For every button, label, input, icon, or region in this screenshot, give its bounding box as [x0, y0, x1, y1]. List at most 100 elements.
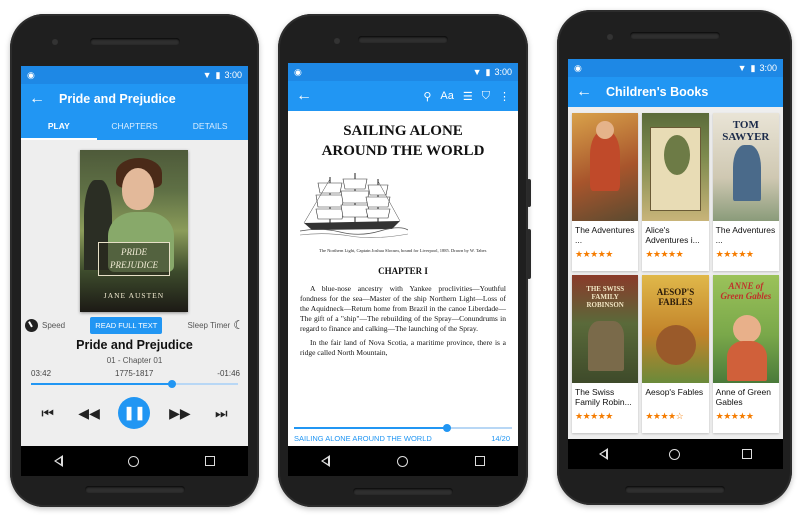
page-indicator: 14/20 — [491, 434, 510, 443]
android-icon: ◉ — [574, 62, 582, 73]
nav-recents-icon[interactable] — [742, 449, 753, 459]
contents-list-icon[interactable]: ☰ — [463, 90, 473, 103]
control-row: Speed READ FULL TEXT Sleep Timer ☾ — [25, 316, 244, 334]
author-years: 1775-1817 — [115, 369, 154, 378]
cover-figure-head — [596, 121, 614, 139]
cover-figure — [726, 341, 767, 381]
transport-controls: ⏮ ◀◀ ❚❚ ▶▶ ⏭ — [21, 394, 248, 432]
speaker-bottom — [353, 488, 453, 495]
read-full-text-button[interactable]: READ FULL TEXT — [90, 316, 163, 334]
player-body: PRIDE PREJUDICE JANE AUSTEN Speed READ F… — [21, 140, 248, 446]
rating-stars: ★★★★★ — [715, 249, 754, 259]
cover-figure-head — [732, 315, 761, 343]
status-bar: ◉ ▼ ▮ 3:00 — [288, 63, 518, 81]
page-seek-bar[interactable] — [294, 424, 512, 432]
seek-knob[interactable] — [167, 380, 176, 388]
rating-stars: ★★★★★ — [575, 411, 613, 421]
nav-back-icon[interactable] — [321, 455, 331, 467]
app-bar: ← ⚲ Aa ☰ ⛉ ⋮ — [288, 81, 518, 111]
nav-home-icon[interactable] — [669, 448, 681, 460]
speaker-top — [358, 36, 448, 43]
cover-text: THE SWISS FAMILY ROBINSON — [586, 285, 625, 309]
front-camera — [607, 34, 613, 40]
rating-stars: ★★★★☆ — [645, 411, 684, 421]
cover-figure — [588, 321, 624, 371]
bookmark-icon[interactable]: ⛉ — [482, 90, 490, 103]
cover-author: JANE AUSTEN — [103, 291, 165, 300]
tab-details[interactable]: DETAILS — [172, 114, 248, 140]
book-cover: TOM SAWYER — [712, 113, 779, 221]
sleep-timer-button[interactable]: Sleep Timer ☾ — [188, 318, 244, 332]
fast-forward-icon[interactable]: ▶▶ — [168, 401, 192, 425]
reader-toolbar: ⚲ Aa ☰ ⛉ ⋮ — [423, 90, 510, 103]
seek-fill — [294, 427, 447, 429]
book-card[interactable]: The Adventures ... ★★★★★ — [572, 113, 639, 271]
more-vert-icon[interactable]: ⋮ — [499, 90, 510, 103]
nav-recents-icon[interactable] — [205, 456, 216, 466]
showcase: ◉ ▼ ▮ 3:00 ← Pride and Prejudice PLAY CHAP… — [0, 0, 798, 515]
seek-fill — [31, 383, 172, 385]
clock: 3:00 — [759, 63, 777, 73]
book-title: Aesop's Fables — [645, 387, 704, 397]
app-bar: ← Pride and Prejudice — [21, 84, 248, 114]
system-nav-bar — [21, 446, 248, 476]
book-cover: THE SWISS FAMILY ROBINSON — [572, 275, 639, 383]
player-screen: ◉ ▼ ▮ 3:00 ← Pride and Prejudice PLAY CHAP… — [21, 66, 248, 476]
book-card[interactable]: AESOP'S FABLES Aesop's Fables ★★★★☆ — [642, 275, 709, 433]
book-cover: PRIDE PREJUDICE JANE AUSTEN — [80, 150, 188, 312]
cover-figure — [590, 131, 620, 191]
speaker-top — [89, 38, 180, 45]
back-arrow-icon[interactable]: ← — [576, 83, 598, 101]
reader-footer: SAILING ALONE AROUND THE WORLD 14/20 — [294, 434, 510, 443]
footer-book-title: SAILING ALONE AROUND THE WORLD — [294, 434, 432, 443]
nav-back-icon[interactable] — [53, 455, 63, 467]
skip-previous-icon[interactable]: ⏮ — [36, 401, 60, 425]
android-icon: ◉ — [294, 66, 302, 77]
search-icon[interactable]: ⚲ — [423, 90, 431, 103]
paragraph-2: In the fair land of Nova Scotia, a marit… — [300, 338, 506, 357]
cover-title-line3: PREJUDICE — [110, 260, 158, 270]
font-size-icon[interactable]: Aa — [440, 90, 453, 102]
rewind-icon[interactable]: ◀◀ — [77, 401, 101, 425]
book-title: Alice's Adventures i... — [645, 225, 700, 245]
phone-player: ◉ ▼ ▮ 3:00 ← Pride and Prejudice PLAY CHAP… — [10, 14, 259, 507]
speaker-bottom — [84, 486, 185, 493]
skip-next-icon[interactable]: ⏭ — [209, 401, 233, 425]
cover-text: TOM SAWYER — [722, 119, 770, 143]
clock: 3:00 — [494, 67, 512, 77]
wifi-icon: ▼ — [202, 70, 212, 80]
paragraph-1: A blue-nose ancestry with Yankee procliv… — [300, 284, 506, 333]
book-card[interactable]: TOM SAWYER The Adventures ... ★★★★★ — [712, 113, 779, 271]
cover-figure-face — [122, 168, 154, 210]
android-icon: ◉ — [27, 69, 35, 80]
system-nav-bar — [568, 439, 783, 469]
remaining-time: -01:46 — [217, 369, 240, 378]
seek-knob[interactable] — [442, 424, 451, 432]
nav-recents-icon[interactable] — [474, 456, 485, 466]
speed-label: Speed — [42, 320, 66, 330]
cover-figure — [656, 325, 697, 365]
speed-button[interactable]: Speed — [25, 318, 66, 332]
nav-home-icon[interactable] — [128, 455, 140, 467]
phone-library: ◉ ▼ ▮ 3:00 ← Children's Books The Adventur… — [557, 10, 792, 505]
pause-button[interactable]: ❚❚ — [118, 397, 151, 429]
nav-home-icon[interactable] — [396, 455, 408, 467]
book-title: Anne of Green Gables — [715, 387, 771, 407]
rating-stars: ★★★★★ — [715, 411, 754, 421]
status-bar: ◉ ▼ ▮ 3:00 — [568, 59, 783, 77]
cover-text: AESOP'S FABLES — [656, 287, 695, 307]
back-arrow-icon[interactable]: ← — [296, 87, 318, 105]
speedometer-icon — [25, 318, 38, 332]
book-grid: The Adventures ... ★★★★★ Alice's Adventu… — [572, 113, 779, 433]
front-camera — [52, 39, 58, 45]
nav-back-icon[interactable] — [598, 448, 608, 460]
tab-play[interactable]: PLAY — [21, 114, 97, 140]
clock: 3:00 — [224, 70, 242, 80]
app-title: Children's Books — [606, 85, 709, 99]
back-arrow-icon[interactable]: ← — [29, 90, 51, 108]
book-card[interactable]: Alice's Adventures i... ★★★★★ — [642, 113, 709, 271]
book-card[interactable]: THE SWISS FAMILY ROBINSON The Swiss Fami… — [572, 275, 639, 433]
seek-bar[interactable] — [31, 380, 238, 388]
tab-chapters[interactable]: CHAPTERS — [97, 114, 173, 140]
book-card[interactable]: ANNE of Green Gables Anne of Green Gable… — [712, 275, 779, 433]
